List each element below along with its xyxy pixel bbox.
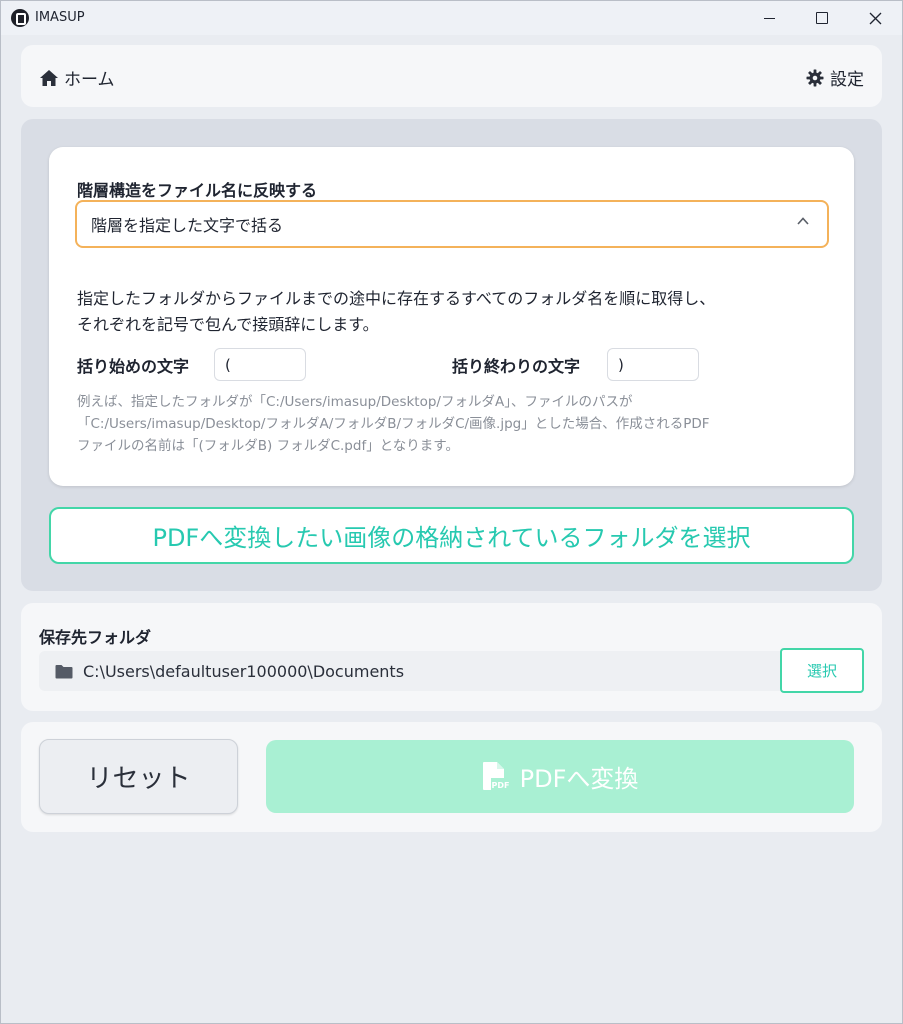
home-icon [40, 69, 58, 86]
settings-link[interactable]: 設定 [806, 65, 864, 90]
save-path-value: C:\Users\defaultuser100000\Documents [83, 661, 405, 681]
description-line: 指定したフォルダからファイルまでの途中に存在するすべてのフォルダ名を順に取得し、 [77, 289, 716, 308]
chevron-up-icon [797, 217, 809, 225]
settings-label: 設定 [830, 70, 864, 90]
hierarchy-mode-value: 階層を指定した文字で括る [91, 216, 284, 235]
window-title: IMASUP [35, 10, 85, 25]
select-source-folder-button[interactable]: PDFへ変換したい画像の格納されているフォルダを選択 [49, 507, 854, 564]
folder-icon [55, 664, 73, 678]
start-char-input[interactable]: ( [214, 348, 306, 381]
example-line: 例えば、指定したフォルダが「C:/Users/imasup/Desktop/フォ… [77, 394, 633, 410]
end-char-label: 括り終わりの文字 [452, 357, 581, 376]
convert-label: PDFへ変換 [519, 765, 639, 793]
close-button[interactable] [852, 1, 898, 35]
close-icon [869, 12, 881, 24]
nav-bar: ホーム 設定 [21, 45, 882, 107]
maximize-button[interactable] [799, 1, 845, 35]
start-char-label: 括り始めの文字 [77, 357, 190, 376]
example-line: 「C:/Users/imasup/Desktop/フォルダA/フォルダB/フォル… [77, 416, 710, 432]
app-logo-icon [11, 9, 29, 27]
gear-icon [806, 69, 824, 86]
convert-to-pdf-button[interactable]: PDF PDFへ変換 [266, 740, 854, 813]
example-line: ファイルの名前は「(フォルダB) フォルダC.pdf」となります。 [77, 438, 459, 454]
save-folder-label: 保存先フォルダ [39, 628, 152, 647]
title-bar: IMASUP [1, 1, 902, 35]
home-label: ホーム [64, 70, 115, 90]
choose-save-folder-button[interactable]: 選択 [780, 648, 864, 693]
hierarchy-mode-select[interactable]: 階層を指定した文字で括る [75, 200, 829, 248]
minimize-button[interactable] [746, 1, 792, 35]
end-char-input[interactable]: ) [607, 348, 699, 381]
hierarchy-description: 指定したフォルダからファイルまでの途中に存在するすべてのフォルダ名を順に取得し、… [77, 286, 837, 338]
hierarchy-option-label: 階層構造をファイル名に反映する [77, 181, 318, 200]
description-line: それぞれを記号で包んで接頭辞にします。 [77, 315, 379, 334]
pdf-icon-text: PDF [491, 781, 509, 790]
app-window: IMASUP ホーム 設定 階層構造をファイル名に反映する 階層を指定した文字で… [0, 0, 903, 1024]
reset-button[interactable]: リセット [39, 739, 238, 814]
home-link[interactable]: ホーム [39, 65, 115, 90]
save-path-field: C:\Users\defaultuser100000\Documents [39, 651, 780, 691]
example-text: 例えば、指定したフォルダが「C:/Users/imasup/Desktop/フォ… [77, 391, 837, 457]
pdf-file-icon: PDF [482, 761, 509, 790]
